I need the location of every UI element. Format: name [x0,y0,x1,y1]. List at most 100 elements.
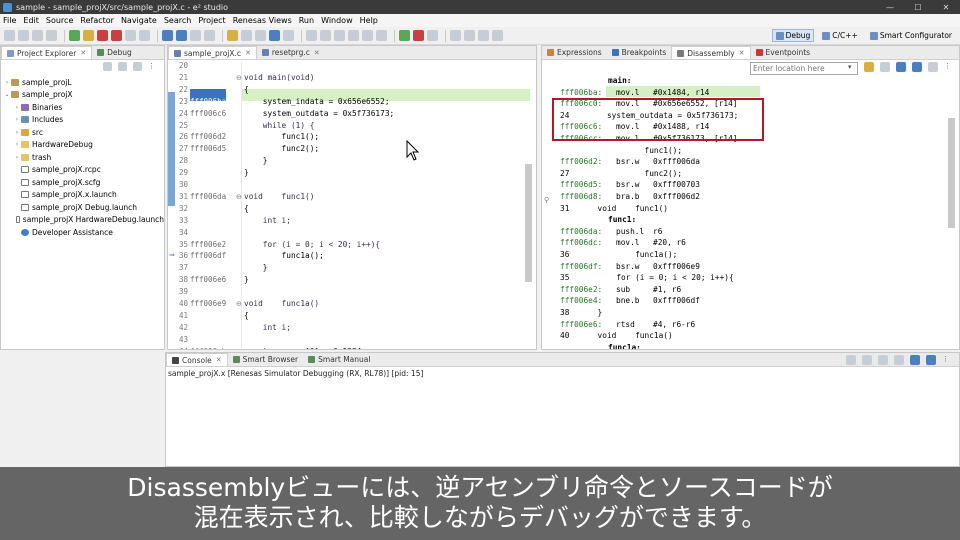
tab-disassembly[interactable]: Disassembly ✕ [671,46,751,59]
perspective-smart-configurator[interactable]: Smart Configurator [866,29,956,42]
close-icon[interactable]: ✕ [216,356,222,364]
toolbar-button-icon[interactable] [162,30,173,41]
view-menu-icon[interactable]: ⋮ [148,62,157,71]
tab-breakpoints[interactable]: Breakpoints [607,46,672,59]
tab-project-explorer[interactable]: Project Explorer ✕ [1,46,93,59]
minimize-button[interactable]: — [876,0,904,14]
clear-console-icon[interactable] [862,355,872,365]
toolbar-button-icon[interactable] [190,30,201,41]
tree-item[interactable]: sample_projX.x.launch [3,189,164,202]
link-icon[interactable] [880,62,890,72]
toolbar-button-icon[interactable] [255,30,266,41]
expand-arrow-icon[interactable]: › [13,104,21,111]
tree-item[interactable]: › Binaries [3,101,164,114]
toolbar-button-icon[interactable] [427,30,438,41]
perspective-cc[interactable]: C/C++ [818,29,862,42]
collapse-all-icon[interactable] [103,62,112,71]
perspective-debug[interactable]: Debug [771,29,815,42]
menu-edit[interactable]: Edit [23,16,39,25]
maximize-button[interactable]: ☐ [904,0,932,14]
location-input[interactable] [750,62,858,75]
expand-arrow-icon[interactable]: › [13,129,21,136]
expand-arrow-icon[interactable]: › [13,141,21,148]
goto-pc-icon[interactable] [864,62,874,72]
toolbar-button-icon[interactable] [18,30,29,41]
toolbar-button-icon[interactable] [46,30,57,41]
menu-help[interactable]: Help [360,16,378,25]
tab-eventpoints[interactable]: Eventpoints [751,46,816,59]
menu-renesas-views[interactable]: Renesas Views [233,16,292,25]
close-button[interactable]: ✕ [932,0,960,14]
tab-smart-manual[interactable]: Smart Manual [303,353,375,366]
link-editor-icon[interactable] [118,62,127,71]
tree-item[interactable]: › src [3,126,164,139]
close-icon[interactable]: ✕ [80,49,86,57]
toolbar-button-icon[interactable] [362,30,373,41]
terminate-icon[interactable] [846,355,856,365]
toolbar-button-icon[interactable] [111,30,122,41]
toolbar-button-icon[interactable] [69,30,80,41]
disassembly-scrollbar-thumb[interactable] [948,118,955,228]
editor-text-area[interactable]: 20 21 void main(void) 22 {23 fff006ba system_… [168,61,524,349]
tree-item[interactable]: › HardwareDebug [3,139,164,152]
menu-project[interactable]: Project [198,16,225,25]
toolbar-button-icon[interactable] [399,30,410,41]
menu-file[interactable]: File [3,16,16,25]
scroll-lock-icon[interactable] [878,355,888,365]
menu-window[interactable]: Window [321,16,353,25]
menu-run[interactable]: Run [299,16,314,25]
collapse-icon[interactable]: ⊖ [236,300,242,308]
filter-icon[interactable] [133,62,142,71]
toolbar-button-icon[interactable] [125,30,136,41]
tab-console[interactable]: Console ✕ [166,353,228,366]
show-symbols-icon[interactable] [912,62,922,72]
tree-item[interactable]: sample_projX HardwareDebug.launch [3,214,164,227]
tree-item[interactable]: sample_projX.rcpc [3,164,164,177]
editor-tab[interactable]: resetprg.c ✕ [257,46,325,59]
toolbar-button-icon[interactable] [320,30,331,41]
collapse-icon[interactable]: ⊖ [236,74,242,82]
view-menu-icon[interactable]: ⋮ [944,62,954,72]
expand-arrow-icon[interactable]: › [3,79,11,86]
toolbar-button-icon[interactable] [376,30,387,41]
tab-expressions[interactable]: Expressions [542,46,607,59]
display-console-icon[interactable] [910,355,920,365]
close-icon[interactable]: ✕ [739,49,745,57]
tree-item[interactable]: ⌄ sample_projX [3,89,164,102]
toolbar-button-icon[interactable] [492,30,503,41]
tree-item[interactable]: sample_projX.scfg [3,176,164,189]
toolbar-button-icon[interactable] [306,30,317,41]
toolbar-button-icon[interactable] [241,30,252,41]
toolbar-button-icon[interactable] [176,30,187,41]
expand-arrow-icon[interactable]: › [13,154,21,161]
toolbar-button-icon[interactable] [283,30,294,41]
toolbar-button-icon[interactable] [97,30,108,41]
expand-arrow-icon[interactable]: › [13,116,21,123]
toolbar-button-icon[interactable] [450,30,461,41]
show-source-icon[interactable] [896,62,906,72]
close-icon[interactable]: ✕ [314,49,320,57]
toolbar-button-icon[interactable] [413,30,424,41]
tab-smart-browser[interactable]: Smart Browser [228,353,303,366]
menu-navigate[interactable]: Navigate [121,16,157,25]
toolbar-button-icon[interactable] [464,30,475,41]
toolbar-button-icon[interactable] [204,30,215,41]
tree-item[interactable]: Developer Assistance [3,226,164,239]
toolbar-button-icon[interactable] [139,30,150,41]
toolbar-button-icon[interactable] [334,30,345,41]
tab-debug[interactable]: Debug [92,46,137,59]
editor-tab[interactable]: sample_projX.c ✕ [168,46,257,59]
expand-arrow-icon[interactable]: ⌄ [3,91,11,98]
tree-item[interactable]: › Includes [3,114,164,127]
chevron-down-icon[interactable]: ▾ [848,63,852,71]
toolbar-button-icon[interactable] [269,30,280,41]
toolbar-button-icon[interactable] [227,30,238,41]
menu-refactor[interactable]: Refactor [80,16,114,25]
tree-item[interactable]: sample_projX Debug.launch [3,201,164,214]
open-console-icon[interactable] [926,355,936,365]
menu-source[interactable]: Source [46,16,73,25]
toolbar-button-icon[interactable] [348,30,359,41]
tree-item[interactable]: › trash [3,151,164,164]
tree-item[interactable]: › sample_projL [3,76,164,89]
toolbar-button-icon[interactable] [478,30,489,41]
